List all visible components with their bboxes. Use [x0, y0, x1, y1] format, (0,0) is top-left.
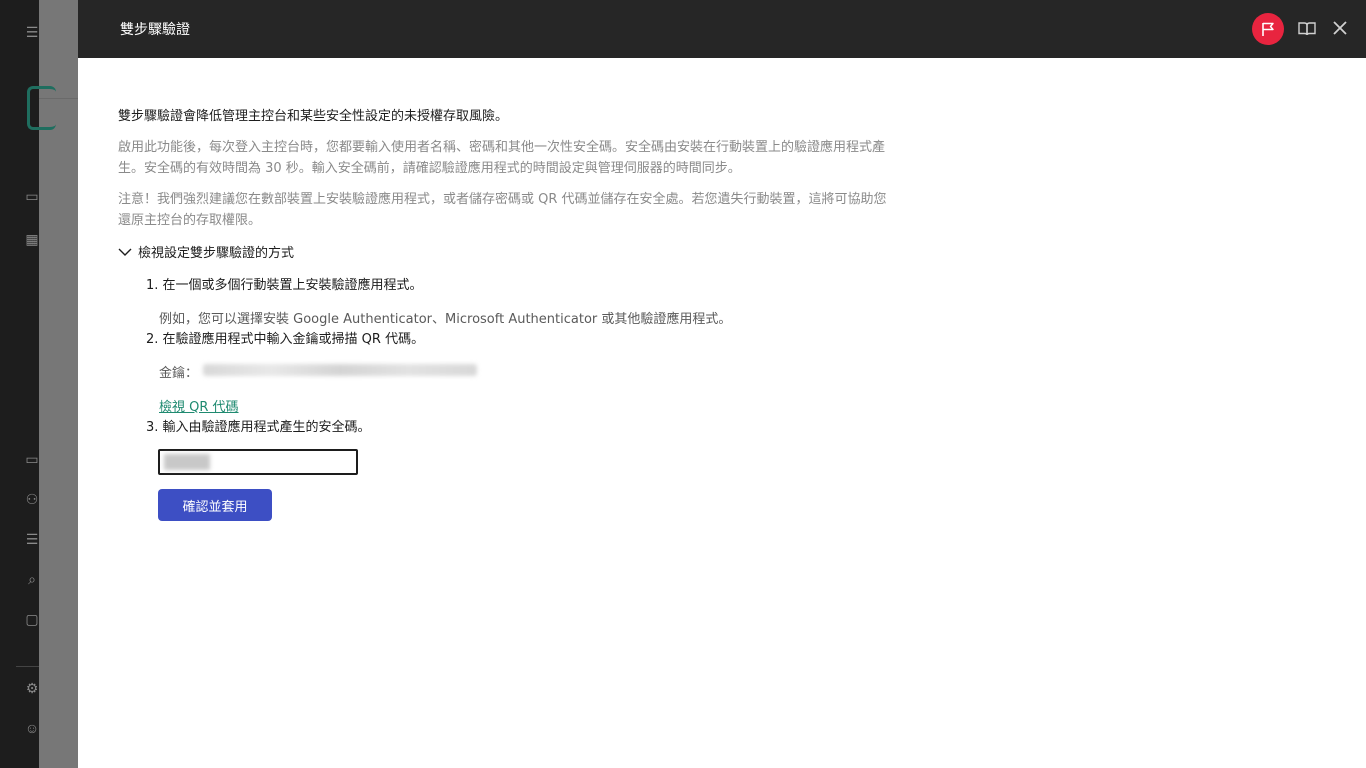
view-qr-code-link[interactable]: 檢視 QR 代碼	[159, 396, 239, 415]
background-panel	[27, 0, 78, 768]
step-3-text: 3. 輸入由驗證應用程式產生的安全碼。	[146, 420, 371, 435]
search-icon: ⌕	[28, 571, 36, 587]
intro-text: 雙步驟驗證會降低管理主控台和某些安全性設定的未授權存取風險。	[118, 109, 509, 124]
flag-button[interactable]	[1252, 13, 1284, 45]
expander-label: 檢視設定雙步驟驗證的方式	[138, 246, 295, 261]
secret-key-value-redacted	[203, 364, 477, 376]
monitor-icon: ▭	[25, 188, 39, 204]
flag-icon	[1262, 22, 1274, 36]
sidebar-divider	[16, 666, 39, 667]
server-icon: ☰	[25, 531, 39, 547]
panel-divider	[39, 98, 78, 99]
security-code-input[interactable]	[158, 449, 358, 475]
modal-header: 雙步驟驗證	[78, 0, 1366, 58]
close-button[interactable]	[1331, 19, 1349, 37]
menu-icon: ☰	[25, 24, 39, 40]
how-to-expander[interactable]: 檢視設定雙步驟驗證的方式	[118, 242, 294, 261]
description-text: 啟用此功能後，每次登入主控台時，您都要輸入使用者名稱、密碼和其他一次性安全碼。安…	[118, 140, 886, 176]
chevron-down-icon	[118, 248, 132, 256]
confirm-apply-button[interactable]: 確認並套用	[158, 489, 272, 521]
step-1-example: 例如，您可以選擇安裝 Google Authenticator、Microsof…	[159, 312, 732, 327]
user-icon: ☺	[24, 720, 40, 736]
help-book-button[interactable]	[1298, 20, 1316, 38]
warning-text: 注意！我們強烈建議您在數部裝置上安裝驗證應用程式，或者儲存密碼或 QR 代碼並儲…	[118, 192, 887, 228]
book-icon	[1298, 22, 1316, 36]
modal-title: 雙步驟驗證	[120, 22, 190, 38]
step-1-text: 1. 在一個或多個行動裝置上安裝驗證應用程式。	[146, 278, 423, 293]
key-label: 金鑰：	[159, 366, 199, 381]
settings-sliders-icon: ⚙	[25, 680, 39, 696]
bag-icon: ▢	[25, 611, 39, 627]
close-icon	[1333, 21, 1347, 35]
modal-body: 雙步驟驗證會降低管理主控台和某些安全性設定的未授權存取風險。 啟用此功能後，每次…	[78, 58, 1366, 768]
step-2-text: 2. 在驗證應用程式中輸入金鑰或掃描 QR 代碼。	[146, 332, 425, 347]
logo	[27, 86, 56, 130]
users-icon: ⚇	[25, 491, 39, 507]
dashboard-icon: ▦	[25, 231, 39, 247]
security-code-value-redacted	[164, 454, 210, 470]
device-icon: ▭	[25, 451, 39, 467]
